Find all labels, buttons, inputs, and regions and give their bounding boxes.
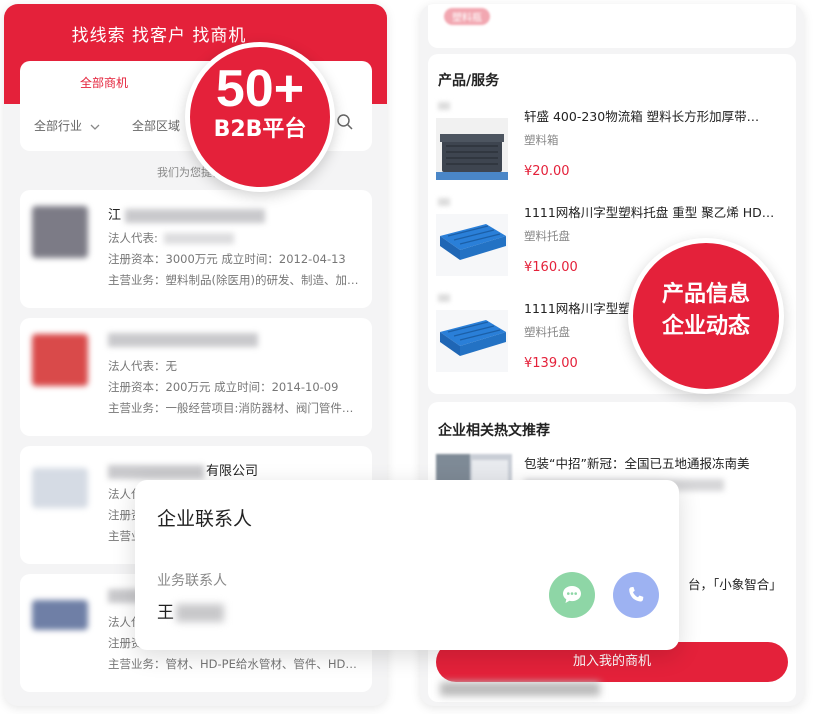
call-button[interactable] — [613, 572, 659, 618]
hot-article-snippet: 台，「小象智合」 — [688, 577, 782, 592]
company-logo — [32, 600, 88, 630]
product-image-pallet — [436, 214, 508, 276]
blurred-label — [438, 294, 450, 302]
product-price: ¥160.00 — [524, 260, 578, 275]
product-name: 轩盛 400-230物流箱 塑料长方形加厚带… — [524, 109, 760, 124]
phone-icon — [629, 586, 644, 602]
product-info-badge: 产品信息 企业动态 — [628, 238, 784, 394]
filter-industry-label: 全部行业 — [34, 119, 83, 133]
search-icon[interactable] — [336, 113, 354, 131]
company-business: 主营业务：塑料制品(除医用)的研发、制造、加… — [108, 273, 359, 287]
company-capital: 注册资本：200万元 成立时间：2014-10-09 — [108, 380, 339, 394]
product-price: ¥139.00 — [524, 356, 578, 371]
company-logo — [32, 468, 88, 508]
product-name: 1111网格川字型塑料 — [524, 301, 644, 316]
company-name: 江 — [108, 204, 266, 223]
filter-region-label: 全部区域 — [132, 119, 181, 133]
product-item[interactable]: 轩盛 400-230物流箱 塑料长方形加厚带… 塑料箱 ¥20.00 — [436, 102, 796, 198]
product-tag: 塑料瓶 — [444, 8, 490, 25]
company-name — [108, 332, 258, 347]
provide-text: 我们为您提供了 — [157, 166, 234, 179]
blurred-footer-text — [440, 682, 600, 696]
badge-line-product-info: 产品信息 — [661, 282, 750, 307]
badge-line-company-news: 企业动态 — [661, 314, 750, 339]
company-card[interactable]: 江 法人代表: 注册资本：3000万元 成立时间：2012-04-13 主营业务… — [20, 190, 372, 308]
product-name: 1111网格川字型塑料托盘 重型 聚乙烯 HD… — [524, 205, 775, 220]
blurred-label — [438, 198, 450, 206]
contact-name: 王 — [157, 598, 224, 623]
company-legal-rep: 法人代表: — [108, 230, 234, 246]
filter-industry[interactable]: 全部行业 — [34, 117, 100, 134]
product-image-crate — [436, 118, 508, 180]
product-category: 塑料托盘 — [524, 229, 570, 243]
hot-articles-title: 企业相关热文推荐 — [438, 423, 550, 439]
company-legal-rep: 法人代表：无 — [108, 359, 177, 373]
contact-title: 企业联系人 — [157, 508, 253, 530]
company-card[interactable]: 法人代表：无 注册资本：200万元 成立时间：2014-10-09 主营业务：一… — [20, 318, 372, 436]
product-price: ¥20.00 — [524, 164, 570, 179]
chat-button[interactable] — [549, 572, 595, 618]
contact-label: 业务联系人 — [157, 573, 227, 589]
filter-region[interactable]: 全部区域 — [132, 117, 180, 134]
chevron-down-icon — [90, 124, 100, 130]
chat-icon — [563, 586, 581, 603]
products-title: 产品/服务 — [438, 73, 500, 89]
company-business: 主营业务：一般经营项目:消防器材、阀门管件… — [108, 401, 354, 415]
tag-strip: 塑料瓶 — [428, 4, 796, 48]
company-logo — [32, 334, 88, 386]
product-category: 塑料箱 — [524, 133, 559, 147]
badge-caption: B2B平台 — [213, 117, 307, 142]
company-capital: 注册资本：3000万元 成立时间：2012-04-13 — [108, 252, 346, 266]
company-business: 主营业务：管材、HD-PE给水管材、管件、HD… — [108, 657, 357, 671]
company-logo — [32, 206, 88, 258]
product-category: 塑料托盘 — [524, 325, 570, 339]
tab-all-opportunities[interactable]: 全部商机 — [80, 74, 128, 91]
product-image-pallet — [436, 310, 508, 372]
blurred-label — [438, 102, 450, 110]
badge-number: 50+ — [215, 60, 305, 118]
company-name: 有限公司 — [108, 460, 258, 479]
contact-card: 企业联系人 业务联系人 王 — [135, 480, 679, 650]
b2b-platform-badge: 50+ B2B平台 — [185, 42, 335, 192]
